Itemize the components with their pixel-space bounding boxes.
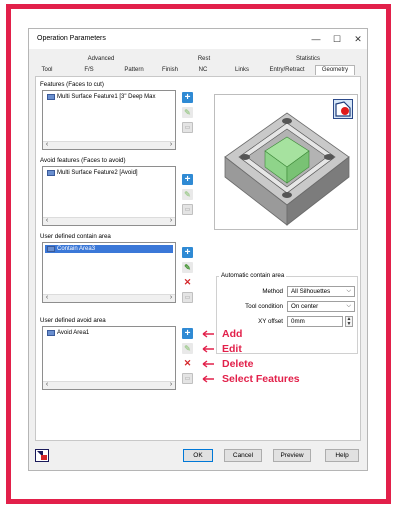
xy-offset-value: 0mm — [291, 318, 305, 325]
avoid-area-select-button[interactable]: ▭ — [182, 373, 193, 384]
avoid-features-edit-button[interactable]: ✎ — [182, 189, 193, 200]
contain-area-select-button[interactable]: ▭ — [182, 292, 193, 303]
tab-entry-retract[interactable]: Entry/Retract — [267, 66, 307, 75]
scroll-right-icon[interactable]: › — [167, 141, 175, 149]
contain-area-list[interactable]: Contain Area3 ‹ › — [42, 242, 176, 303]
horizontal-scrollbar[interactable]: ‹ › — [43, 217, 175, 225]
method-value: All Silhouettes — [291, 288, 331, 295]
scroll-left-icon[interactable]: ‹ — [43, 141, 51, 149]
tab-nc[interactable]: NC — [194, 66, 212, 75]
geometry-preview[interactable] — [214, 94, 358, 230]
contain-area-label: User defined contain area — [40, 233, 111, 240]
tab-row-lower: Tool F/S Pattern Finish NC Links Entry/R… — [35, 65, 361, 75]
avoid-area-icon — [47, 330, 55, 336]
list-item[interactable]: Contain Area3 — [45, 245, 173, 253]
title-bar: Operation Parameters — ☐ ✕ — [29, 29, 367, 49]
tab-rest[interactable]: Rest — [189, 55, 219, 64]
app-logo-icon — [35, 449, 49, 462]
minimize-button[interactable]: — — [309, 32, 323, 46]
list-item[interactable]: Multi Surface Feature2 [Avoid] — [45, 169, 173, 177]
tool-condition-select[interactable]: On center ⌵ — [287, 301, 355, 312]
tab-pattern[interactable]: Pattern — [119, 66, 149, 75]
geometry-panel: Features (Faces to cut) Multi Surface Fe… — [35, 76, 361, 441]
features-label: Features (Faces to cut) — [40, 81, 104, 88]
tab-advanced[interactable]: Advanced — [79, 55, 123, 64]
scroll-left-icon[interactable]: ‹ — [43, 381, 51, 389]
avoid-area-delete-button[interactable]: ✕ — [182, 358, 193, 369]
list-item-label: Multi Surface Feature2 [Avoid] — [57, 170, 138, 176]
annotation-add: Add — [222, 328, 243, 340]
scroll-left-icon[interactable]: ‹ — [43, 217, 51, 225]
scroll-right-icon[interactable]: › — [167, 294, 175, 302]
contain-area-delete-button[interactable]: ✕ — [182, 277, 193, 288]
cancel-button[interactable]: Cancel — [224, 449, 262, 462]
chevron-down-icon: ⌵ — [346, 303, 351, 309]
preview-button[interactable]: Preview — [273, 449, 311, 462]
horizontal-scrollbar[interactable]: ‹ › — [43, 381, 175, 389]
avoid-features-list[interactable]: Multi Surface Feature2 [Avoid] ‹ › — [42, 166, 176, 226]
annotation-delete: Delete — [222, 358, 254, 370]
scroll-right-icon[interactable]: › — [167, 217, 175, 225]
contain-area-icon — [47, 246, 55, 252]
tab-finish[interactable]: Finish — [158, 66, 182, 75]
chevron-down-icon: ⌵ — [346, 288, 351, 294]
tab-geometry[interactable]: Geometry — [315, 65, 355, 75]
avoid-features-label: Avoid features (Faces to avoid) — [40, 157, 126, 164]
annotation-select-features: Select Features — [222, 373, 300, 385]
close-button[interactable]: ✕ — [351, 32, 365, 46]
avoid-area-add-button[interactable]: + — [182, 328, 193, 339]
avoid-area-list[interactable]: Avoid Area1 ‹ › — [42, 326, 176, 390]
scroll-left-icon[interactable]: ‹ — [43, 294, 51, 302]
xy-offset-label: XY offset — [258, 318, 283, 325]
tab-statistics[interactable]: Statistics — [288, 55, 328, 64]
avoid-area-label: User defined avoid area — [40, 317, 106, 324]
annotation-edit: Edit — [222, 343, 242, 355]
scroll-right-icon[interactable]: › — [167, 381, 175, 389]
tab-feeds-speeds[interactable]: F/S — [79, 66, 99, 75]
list-item[interactable]: Avoid Area1 — [45, 329, 173, 337]
avoid-features-add-button[interactable]: + — [182, 174, 193, 185]
surface-feature-icon — [47, 94, 55, 100]
horizontal-scrollbar[interactable]: ‹ › — [43, 294, 175, 302]
maximize-button[interactable]: ☐ — [330, 32, 344, 46]
contain-area-add-button[interactable]: + — [182, 247, 193, 258]
contain-area-edit-button[interactable]: ✎ — [182, 262, 193, 273]
xy-offset-spinner[interactable]: ▲ ▼ — [345, 316, 353, 327]
tab-tool[interactable]: Tool — [37, 66, 57, 75]
list-item-label: Contain Area3 — [57, 246, 96, 252]
operation-parameters-dialog: Operation Parameters — ☐ ✕ Advanced Rest… — [28, 28, 368, 471]
features-list[interactable]: Multi Surface Feature1 [3" Deep Max ‹ › — [42, 90, 176, 150]
method-select[interactable]: All Silhouettes ⌵ — [287, 286, 355, 297]
tab-links[interactable]: Links — [231, 66, 253, 75]
view-orientation-icon[interactable] — [333, 99, 353, 119]
automatic-contain-area-label: Automatic contain area — [219, 272, 287, 279]
tool-condition-label: Tool condition — [245, 303, 283, 310]
list-item[interactable]: Multi Surface Feature1 [3" Deep Max — [45, 93, 173, 101]
ok-button[interactable]: OK — [183, 449, 213, 462]
avoid-area-edit-button[interactable]: ✎ — [182, 343, 193, 354]
tool-condition-value: On center — [291, 303, 319, 310]
annotation-arrows — [202, 330, 214, 383]
features-select-button[interactable]: ▭ — [182, 122, 193, 133]
horizontal-scrollbar[interactable]: ‹ › — [43, 141, 175, 149]
tab-row-upper: Advanced Rest Statistics — [35, 55, 361, 64]
avoid-features-select-button[interactable]: ▭ — [182, 204, 193, 215]
xy-offset-input[interactable]: 0mm — [287, 316, 343, 327]
window-title: Operation Parameters — [37, 35, 106, 42]
list-item-label: Avoid Area1 — [57, 330, 90, 336]
features-edit-button[interactable]: ✎ — [182, 107, 193, 118]
surface-feature-icon — [47, 170, 55, 176]
features-add-button[interactable]: + — [182, 92, 193, 103]
list-item-label: Multi Surface Feature1 [3" Deep Max — [57, 94, 156, 100]
help-button[interactable]: Help — [325, 449, 359, 462]
method-label: Method — [262, 288, 283, 295]
dialog-button-bar: OK Cancel Preview Help — [29, 444, 367, 470]
